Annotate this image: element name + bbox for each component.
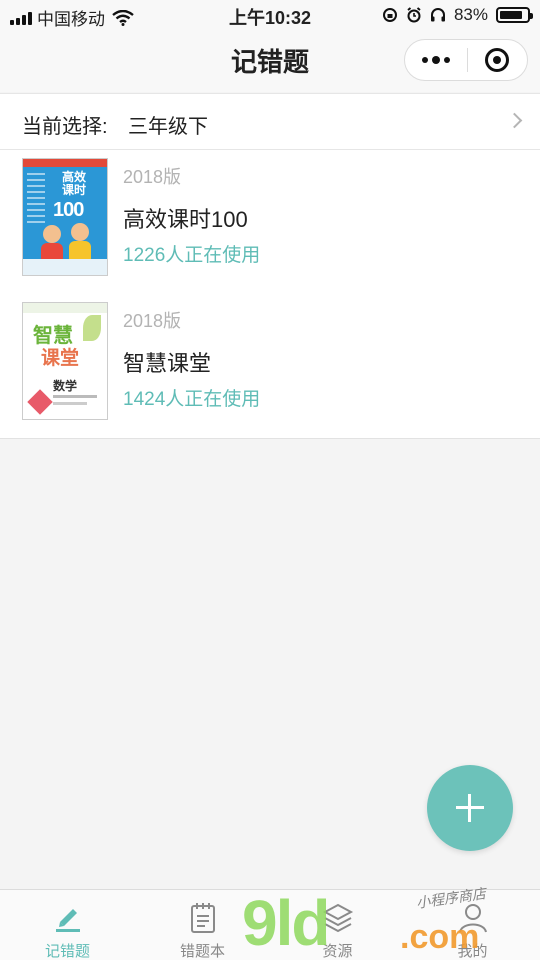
more-dot xyxy=(421,57,428,63)
tab-label: 我的 xyxy=(457,943,488,960)
book-cover-image: 智慧 课堂 数学 xyxy=(22,302,108,420)
cover-title: 课堂 xyxy=(41,348,80,369)
book-item[interactable]: 高效 课时 100 2018版 高效课时100 1226人正在使用 xyxy=(0,150,540,294)
origami-bird-icon xyxy=(27,389,53,415)
cover-band xyxy=(23,303,107,313)
plus-icon xyxy=(456,794,484,822)
cover-title: 高效 课时 xyxy=(49,171,99,197)
cover-figure xyxy=(69,241,91,261)
tab-mistake-book[interactable]: 错题本 xyxy=(135,890,270,960)
tab-label: 错题本 xyxy=(179,943,225,960)
status-right: 83% xyxy=(382,5,533,25)
book-item[interactable]: 智慧 课堂 数学 2018版 智慧课堂 1424人正在使用 xyxy=(0,294,540,438)
grade-selector[interactable]: 当前选择: 三年级下 xyxy=(0,93,540,150)
cover-stripes xyxy=(27,173,45,223)
cover-footer xyxy=(23,259,107,275)
battery-icon xyxy=(496,7,533,23)
tab-profile[interactable]: 我的 xyxy=(405,890,540,960)
book-title: 智慧课堂 xyxy=(123,351,212,376)
leaf-icon xyxy=(83,315,101,341)
cover-subject: 数学 xyxy=(53,379,78,393)
tab-resources[interactable]: 资源 xyxy=(270,890,405,960)
book-cover-image: 高效 课时 100 xyxy=(22,158,108,276)
cover-text: 课时 xyxy=(61,183,86,197)
headphones-icon xyxy=(430,8,445,22)
cover-line xyxy=(53,402,87,405)
more-dot xyxy=(431,56,440,64)
book-user-count: 1424人正在使用 xyxy=(123,389,261,410)
selection-value: 三年级下 xyxy=(128,116,208,138)
tab-bar: 记错题 错题本 资源 我的 xyxy=(0,889,540,960)
book-edition: 2018版 xyxy=(123,311,182,331)
cover-figure xyxy=(71,223,89,241)
tab-label: 资源 xyxy=(322,943,353,960)
close-miniprogram-button[interactable] xyxy=(467,48,527,72)
rotation-lock-icon xyxy=(382,8,397,22)
notebook-icon xyxy=(190,903,215,933)
book-user-count: 1226人正在使用 xyxy=(123,245,261,266)
cover-figure xyxy=(43,225,61,243)
book-list: 高效 课时 100 2018版 高效课时100 1226人正在使用 智慧 课堂 … xyxy=(0,150,540,439)
tab-record-mistakes[interactable]: 记错题 xyxy=(0,890,135,960)
layers-icon xyxy=(322,903,353,933)
user-icon xyxy=(458,904,487,933)
more-dot xyxy=(443,57,450,63)
cover-number: 100 xyxy=(53,199,84,221)
cover-line xyxy=(53,395,97,398)
book-edition: 2018版 xyxy=(123,167,182,187)
status-bar: 中国移动 上午10:32 83% xyxy=(0,0,540,30)
selection-label: 当前选择: xyxy=(22,116,108,138)
nav-bar: 记错题 xyxy=(0,30,540,92)
target-icon xyxy=(485,48,510,72)
miniprogram-capsule xyxy=(404,39,528,81)
tab-label: 记错题 xyxy=(44,943,90,960)
book-title: 高效课时100 xyxy=(123,207,248,232)
more-options-button[interactable] xyxy=(405,56,467,64)
pen-edit-icon xyxy=(55,909,80,932)
add-button[interactable] xyxy=(427,765,513,851)
cover-band xyxy=(23,159,107,167)
alarm-icon xyxy=(407,7,421,23)
battery-level xyxy=(500,11,522,19)
chevron-right-icon xyxy=(506,112,523,129)
battery-percent: 83% xyxy=(453,5,488,24)
